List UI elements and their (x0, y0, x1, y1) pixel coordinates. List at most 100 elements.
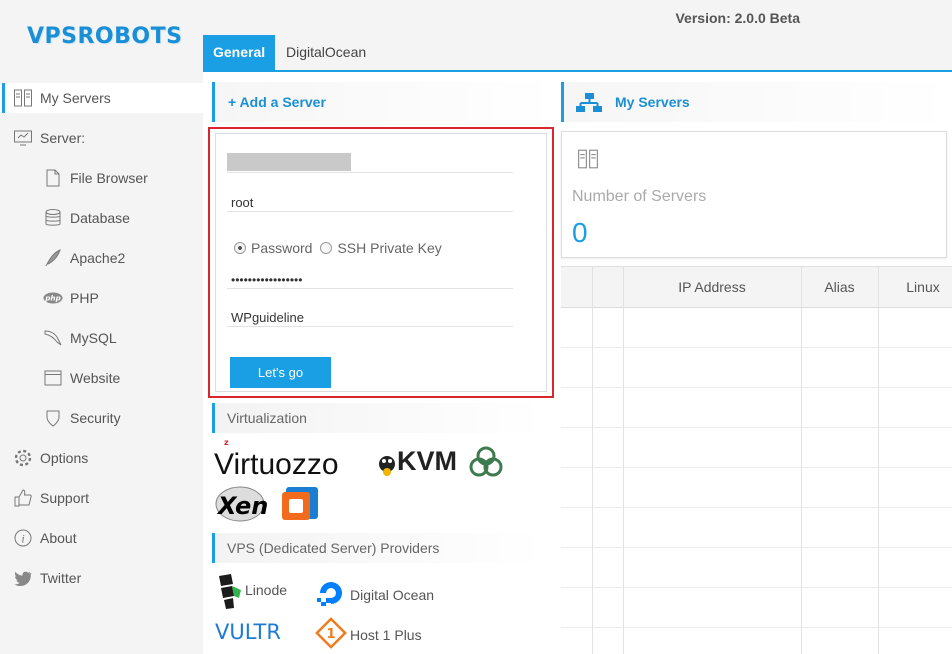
sidebar-item-label: Website (70, 370, 121, 386)
tab-general[interactable]: General (203, 35, 276, 70)
server-count-value: 0 (572, 217, 588, 248)
sidebar-item-file-browser[interactable]: File Browser (0, 163, 203, 193)
app-logo: VPSROBOTS (27, 24, 183, 49)
column-divider (878, 266, 879, 654)
providers-header: VPS (Dedicated Server) Providers (212, 533, 542, 563)
servers-table: IP Address Alias Linux (561, 266, 952, 654)
column-divider (801, 266, 802, 654)
thumbs-up-icon (13, 488, 33, 508)
password-underline (227, 288, 513, 289)
sidebar-item-label: My Servers (40, 90, 111, 106)
sidebar-item-twitter[interactable]: Twitter (0, 563, 203, 593)
virtuozzo-logo: z Virtuozzo (214, 438, 374, 483)
tab-digitalocean[interactable]: DigitalOcean (276, 35, 376, 70)
column-ip-address[interactable]: IP Address (623, 267, 801, 309)
provider-host1plus[interactable]: 1 Host 1 Plus (315, 617, 422, 652)
my-servers-header: My Servers (561, 82, 952, 122)
sidebar-item-website[interactable]: Website (0, 363, 203, 393)
table-row (561, 347, 952, 348)
provider-label: Linode (245, 581, 288, 598)
network-icon (575, 92, 603, 117)
gear-icon (13, 448, 33, 468)
browser-window-icon (43, 368, 63, 388)
openvz-knot-logo (466, 443, 506, 484)
sidebar-item-label: About (40, 530, 77, 546)
sidebar-item-label: Security (70, 410, 121, 426)
sidebar-item-security[interactable]: Security (0, 403, 203, 433)
table-row (561, 507, 952, 508)
add-server-form-highlight: root Password SSH Private Key ••••••••••… (208, 127, 554, 398)
column-linux[interactable]: Linux (878, 267, 952, 309)
servers-icon (577, 148, 599, 173)
kvm-logo: KVM (373, 442, 469, 485)
password-radio[interactable] (234, 242, 246, 254)
dolphin-icon (43, 328, 63, 348)
svg-text:Virtuozzo: Virtuozzo (214, 448, 339, 480)
username-underline (227, 211, 513, 212)
provider-vultr[interactable]: VULTR (215, 620, 281, 644)
database-icon (43, 208, 63, 228)
sidebar-item-server[interactable]: Server: (0, 123, 203, 153)
provider-label: Digital Ocean (350, 586, 435, 603)
sidebar-item-label: Apache2 (70, 250, 126, 266)
svg-text:KVM: KVM (397, 446, 457, 476)
sidebar-item-label: Database (70, 210, 130, 226)
column-divider (623, 266, 624, 654)
host1plus-icon: 1 (315, 617, 347, 652)
password-input[interactable]: ••••••••••••••••• (231, 273, 302, 287)
host-underline (227, 172, 513, 173)
svg-text:z: z (224, 440, 229, 447)
sidebar-item-mysql[interactable]: MySQL (0, 323, 203, 353)
table-row (561, 387, 952, 388)
provider-linode[interactable]: Linode (215, 574, 287, 613)
monitor-icon (13, 128, 33, 148)
svg-text:Xen: Xen (216, 492, 268, 520)
add-server-form: root Password SSH Private Key ••••••••••… (215, 133, 547, 392)
server-count-label: Number of Servers (572, 188, 707, 205)
servers-icon (13, 88, 33, 108)
logo-area: VPSROBOTS (0, 0, 203, 72)
ssh-key-radio[interactable] (320, 242, 333, 254)
sidebar-item-my-servers[interactable]: My Servers (0, 83, 203, 113)
table-row (561, 427, 952, 428)
sidebar-item-label: PHP (70, 290, 99, 306)
sidebar: My Servers Server: File Browser Database… (0, 72, 203, 654)
sidebar-item-label: MySQL (70, 330, 117, 346)
shield-icon (43, 408, 63, 428)
svg-text:php: php (44, 294, 61, 303)
virtualization-header: Virtualization (212, 403, 542, 433)
version-label: Version: 2.0.0 Beta (675, 10, 800, 26)
xen-logo: Xen (214, 484, 324, 527)
sidebar-item-apache2[interactable]: Apache2 (0, 243, 203, 273)
my-servers-title: My Servers (615, 94, 690, 110)
sidebar-item-label: File Browser (70, 170, 148, 186)
sidebar-item-options[interactable]: Options (0, 443, 203, 473)
sidebar-item-label: Support (40, 490, 90, 506)
lets-go-button[interactable]: Let's go (230, 357, 331, 388)
table-row (561, 627, 952, 628)
sidebar-item-label: Options (40, 450, 89, 466)
svg-text:i: i (21, 532, 24, 546)
twitter-icon (13, 568, 33, 588)
sidebar-item-php[interactable]: php PHP (0, 283, 203, 313)
sidebar-item-support[interactable]: Support (0, 483, 203, 513)
column-alias[interactable]: Alias (801, 267, 878, 309)
linode-icon (215, 574, 243, 613)
username-input[interactable]: root (231, 195, 253, 210)
add-server-header[interactable]: + Add a Server (212, 82, 556, 122)
digitalocean-icon (315, 578, 347, 611)
host-input-redacted[interactable] (227, 153, 351, 171)
provider-label: Host 1 Plus (350, 626, 422, 643)
table-row (561, 467, 952, 468)
add-server-title: + Add a Server (228, 94, 326, 110)
sidebar-item-database[interactable]: Database (0, 203, 203, 233)
password-radio-label: Password (251, 240, 313, 256)
sidebar-item-about[interactable]: i About (0, 523, 203, 553)
sidebar-item-label: Server: (40, 130, 86, 146)
table-row (561, 547, 952, 548)
alias-input[interactable]: WPguideline (231, 310, 304, 325)
auth-method-group: Password SSH Private Key (234, 240, 442, 256)
provider-digital-ocean[interactable]: Digital Ocean (315, 578, 434, 611)
column-divider (592, 266, 593, 654)
svg-text:1: 1 (326, 627, 335, 642)
